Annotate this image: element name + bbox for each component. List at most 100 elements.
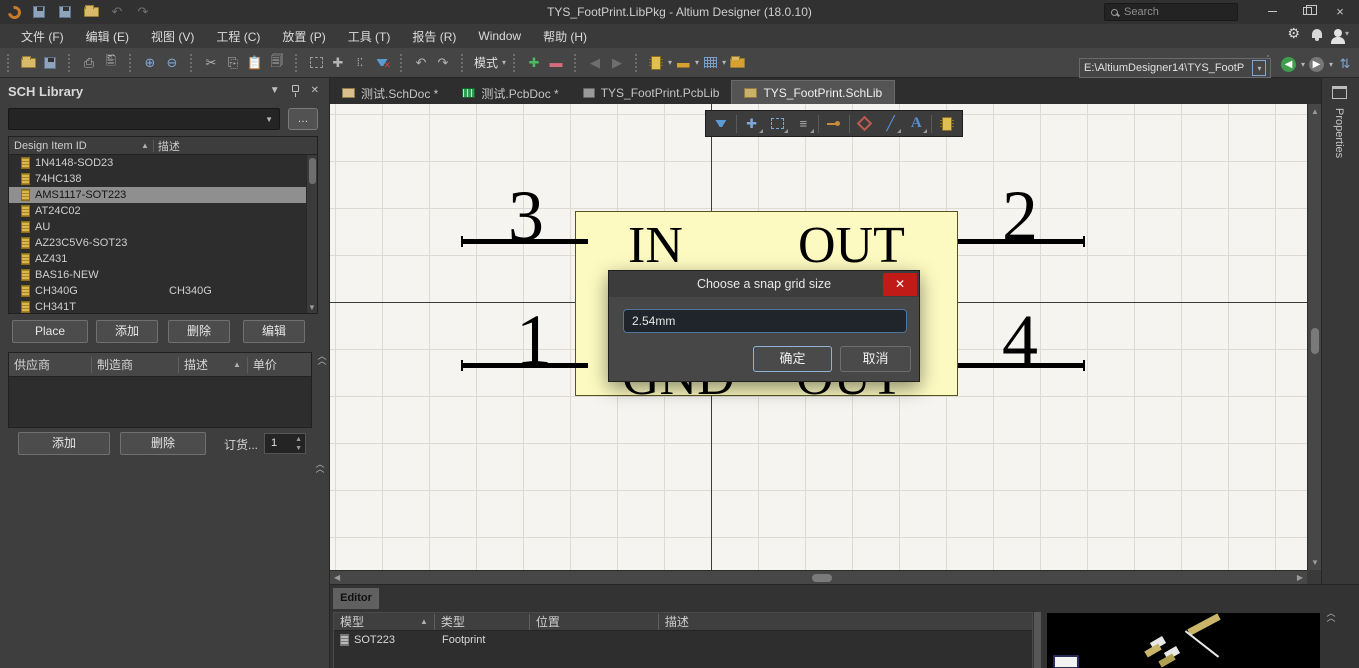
schematic-canvas[interactable]: ✚ ≡ ╱ A 3 2 1 4 IN OUT GND OUT Choose a … bbox=[330, 104, 1307, 570]
clear-filter-icon[interactable]: ✕ bbox=[371, 53, 393, 73]
select-area-icon[interactable] bbox=[305, 53, 327, 73]
open-document-icon[interactable] bbox=[17, 53, 39, 73]
selection-rect-icon[interactable] bbox=[766, 113, 790, 134]
print-preview-icon[interactable]: 🖺 bbox=[100, 53, 122, 73]
list-header[interactable]: Design Item ID ▲ 描述 bbox=[9, 137, 317, 155]
grid-settings-icon[interactable] bbox=[699, 53, 721, 73]
polygon-tool-icon[interactable] bbox=[853, 113, 877, 134]
menu-help[interactable]: 帮助 (H) bbox=[532, 25, 598, 48]
stepper-arrows-icon[interactable]: ▲▼ bbox=[295, 435, 302, 453]
panel-pin-icon[interactable] bbox=[292, 85, 299, 92]
toolbar-group-handle[interactable] bbox=[295, 54, 300, 72]
scroll-down-icon[interactable]: ▼ bbox=[308, 303, 316, 312]
menu-place[interactable]: 放置 (P) bbox=[271, 25, 336, 48]
user-account-icon[interactable] bbox=[1334, 29, 1342, 37]
component-tool-icon[interactable] bbox=[645, 53, 667, 73]
column-design-item-id[interactable]: Design Item ID bbox=[9, 140, 141, 152]
browse-forward-dropdown-icon[interactable]: ▾ bbox=[1329, 60, 1333, 69]
pin-tool-icon[interactable] bbox=[822, 113, 846, 134]
order-qty-stepper[interactable]: 1 ▲▼ bbox=[264, 433, 306, 454]
redo-toolbar-icon[interactable]: ↷ bbox=[432, 53, 454, 73]
scroll-up-icon[interactable]: ▲ bbox=[1311, 107, 1319, 116]
toolbar-group-handle[interactable] bbox=[513, 54, 518, 72]
undo-icon[interactable]: ↶ bbox=[109, 5, 125, 19]
refresh-icon[interactable]: ⇅ bbox=[1337, 54, 1353, 74]
scroll-left-icon[interactable]: ◀ bbox=[334, 573, 340, 582]
search-input[interactable]: Search bbox=[1104, 3, 1238, 21]
library-box-icon[interactable] bbox=[726, 53, 748, 73]
add-component-button[interactable]: 添加 bbox=[96, 320, 158, 343]
delete-supplier-button[interactable]: 删除 bbox=[120, 432, 206, 455]
panel-close-icon[interactable]: ✕ bbox=[311, 85, 319, 96]
undo-toolbar-icon[interactable]: ↶ bbox=[410, 53, 432, 73]
scrollbar-thumb[interactable] bbox=[309, 158, 316, 184]
redo-icon[interactable]: ↷ bbox=[135, 5, 151, 19]
move-cross-icon[interactable]: ✚ bbox=[327, 53, 349, 73]
delete-component-button[interactable]: 删除 bbox=[168, 320, 230, 343]
model-row[interactable]: SOT223 Footprint bbox=[334, 631, 1032, 648]
next-part-icon[interactable]: ▶ bbox=[606, 53, 628, 73]
add-mode-icon[interactable]: ✚ bbox=[523, 53, 545, 73]
model-table-header[interactable]: 模型 ▲ 类型 位置 描述 bbox=[334, 613, 1032, 631]
list-item[interactable]: BAS16-NEW bbox=[9, 267, 317, 283]
ieee-symbol-icon[interactable]: ✓ bbox=[672, 53, 694, 73]
scrollbar-thumb[interactable] bbox=[812, 574, 832, 582]
filter-icon[interactable] bbox=[709, 113, 733, 134]
toolbar-group-handle[interactable] bbox=[635, 54, 640, 72]
paste-array-icon[interactable]: 🗐 bbox=[266, 53, 288, 73]
browse-back-dropdown-icon[interactable]: ▾ bbox=[1301, 60, 1305, 69]
list-item[interactable]: CH341T bbox=[9, 299, 317, 314]
move-icon[interactable]: ✚ bbox=[740, 113, 764, 134]
grid-size-input[interactable] bbox=[623, 309, 907, 333]
paste-icon[interactable]: 📋 bbox=[244, 53, 266, 73]
align-icon[interactable]: ≡ bbox=[791, 113, 815, 134]
model-table-scrollbar[interactable] bbox=[1034, 612, 1041, 668]
place-button[interactable]: Place bbox=[12, 320, 88, 343]
menu-project[interactable]: 工程 (C) bbox=[205, 25, 271, 48]
toolbar-group-handle[interactable] bbox=[400, 54, 405, 72]
add-supplier-button[interactable]: 添加 bbox=[18, 432, 110, 455]
ok-button[interactable]: 确定 bbox=[753, 346, 832, 372]
toolbar-group-handle[interactable] bbox=[7, 54, 12, 72]
editor-tab[interactable]: Editor bbox=[333, 588, 379, 609]
menu-window[interactable]: Window bbox=[467, 26, 532, 46]
list-item[interactable]: AU bbox=[9, 219, 317, 235]
close-button[interactable]: × bbox=[1323, 0, 1357, 22]
menu-reports[interactable]: 报告 (R) bbox=[401, 25, 467, 48]
scrollbar-thumb[interactable] bbox=[1311, 328, 1319, 354]
toolbar-group-handle[interactable] bbox=[574, 54, 579, 72]
menu-file[interactable]: 文件 (F) bbox=[10, 25, 75, 48]
save-document-icon[interactable] bbox=[39, 53, 61, 73]
browse-forward-icon[interactable]: ▶ bbox=[1309, 57, 1324, 72]
prev-part-icon[interactable]: ◀ bbox=[584, 53, 606, 73]
footprint-3d-preview[interactable] bbox=[1047, 613, 1320, 668]
open-folder-icon[interactable] bbox=[83, 5, 99, 19]
mode-dropdown-arrow[interactable]: ▾ bbox=[502, 58, 506, 67]
list-item[interactable]: AT24C02 bbox=[9, 203, 317, 219]
toolbar-group-handle[interactable] bbox=[68, 54, 73, 72]
collapse-panel-icon[interactable]: ︿︿ bbox=[314, 462, 326, 472]
canvas-horizontal-scrollbar[interactable]: ◀ ▶ bbox=[330, 570, 1307, 584]
menu-tools[interactable]: 工具 (T) bbox=[337, 25, 402, 48]
save-icon[interactable] bbox=[31, 5, 47, 19]
settings-gear-icon[interactable]: ⚙ bbox=[1287, 26, 1300, 40]
project-path-combobox[interactable]: E:\AltiumDesigner14\TYS_FootP ▾ bbox=[1079, 58, 1271, 78]
print-icon[interactable]: ⎙ bbox=[78, 53, 100, 73]
restore-button[interactable] bbox=[1290, 0, 1324, 22]
zoom-in-icon[interactable]: ⊕ bbox=[139, 53, 161, 73]
notifications-bell-icon[interactable] bbox=[1312, 29, 1322, 38]
align-icon[interactable]: ⁞⁚ bbox=[349, 53, 371, 73]
line-tool-icon[interactable]: ╱ bbox=[879, 113, 903, 134]
tab-pcbdoc[interactable]: 测试.PcbDoc * bbox=[450, 82, 570, 104]
collapse-section-icon[interactable]: ︿︿ bbox=[316, 354, 328, 364]
list-item[interactable]: 1N4148-SOD23 bbox=[9, 155, 317, 171]
menu-edit[interactable]: 编辑 (E) bbox=[75, 25, 140, 48]
list-item[interactable]: CH340GCH340G bbox=[9, 283, 317, 299]
dialog-close-button[interactable]: ✕ bbox=[883, 273, 917, 296]
save-all-icon[interactable] bbox=[57, 5, 73, 19]
panels-icon[interactable] bbox=[1332, 86, 1347, 99]
expand-panel-icon[interactable]: ︿︿ bbox=[1324, 611, 1338, 621]
toolbar-group-handle[interactable] bbox=[190, 54, 195, 72]
list-scrollbar[interactable]: ▼ bbox=[306, 155, 317, 313]
list-item-selected[interactable]: AMS1117-SOT223 bbox=[9, 187, 317, 203]
